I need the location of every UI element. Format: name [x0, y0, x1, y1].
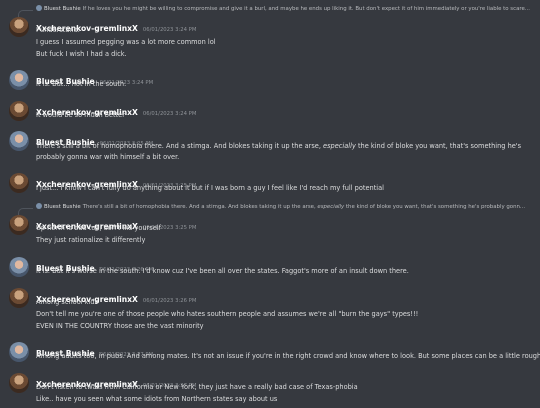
message-text: EVEN IN THE COUNTRY those are the vast m… [36, 322, 204, 330]
reply-avatar [36, 203, 42, 209]
avatar[interactable] [9, 215, 29, 235]
message-text: But fuck I wish I had a dick. [36, 50, 127, 58]
message-text: It is. But... not in the south. [36, 80, 127, 88]
emphasis-text: especially [323, 142, 356, 150]
avatar[interactable] [9, 373, 29, 393]
message-text: Don't tell me you're one of those people… [36, 310, 419, 318]
avatar[interactable] [9, 17, 29, 37]
avatar[interactable] [9, 131, 29, 151]
avatar[interactable] [9, 257, 29, 277]
avatar[interactable] [9, 288, 29, 308]
reply-spine [18, 10, 33, 17]
message-text: Don't listen to twats from California or… [36, 383, 358, 391]
message-text: Up north is bad too, don't kid yourself [36, 224, 161, 232]
message-text: It would be so much better [36, 111, 125, 119]
text-segment: There's still a bit of homophobia there.… [36, 142, 324, 150]
reply-text: If he loves you he might be willing to c… [82, 6, 530, 12]
message-text: It is. But it's worse in the south. I'd … [36, 267, 409, 275]
reply-author: Bluest Bushie [44, 204, 81, 210]
message-text: I guess I assumed pegging was a lot more… [36, 38, 216, 46]
message-text: There's still a bit of homophobia there.… [36, 142, 521, 150]
message-text: Like.. have you seen what some idiots fr… [36, 395, 278, 403]
message-text: Among school kids [36, 298, 98, 306]
reply-author: Bluest Bushie [44, 6, 81, 12]
reply-preview[interactable]: Bluest Bushie If he loves you he might be… [36, 5, 530, 12]
reply-text: the kind of bloke you want, that's somet… [344, 204, 526, 210]
avatar[interactable] [9, 101, 29, 121]
message-text: Among adults too, in pubs. And among mat… [36, 352, 540, 360]
message-text: I understand. [36, 26, 80, 34]
avatar[interactable] [9, 70, 29, 90]
reply-spine [18, 208, 33, 215]
reply-text: There's still a bit of homophobia there.… [82, 204, 318, 210]
timestamp: 06/01/2023 3:26 PM [142, 298, 197, 304]
reply-avatar [36, 5, 42, 11]
message-text: probably gonna war with himself a bit ov… [36, 153, 180, 161]
timestamp: 06/01/2023 3:24 PM [142, 111, 197, 117]
message-text: I just... I know I can't fully do anythi… [36, 184, 384, 192]
timestamp: 06/01/2023 3:24 PM [142, 27, 197, 33]
avatar[interactable] [9, 173, 29, 193]
reply-emphasis: especially [317, 204, 345, 210]
reply-preview[interactable]: Bluest Bushie There's still a bit of homo… [36, 203, 525, 210]
text-segment: the kind of bloke you want, that's somet… [355, 142, 522, 150]
avatar[interactable] [9, 342, 29, 362]
message-text: They just rationalize it differently [36, 236, 146, 244]
